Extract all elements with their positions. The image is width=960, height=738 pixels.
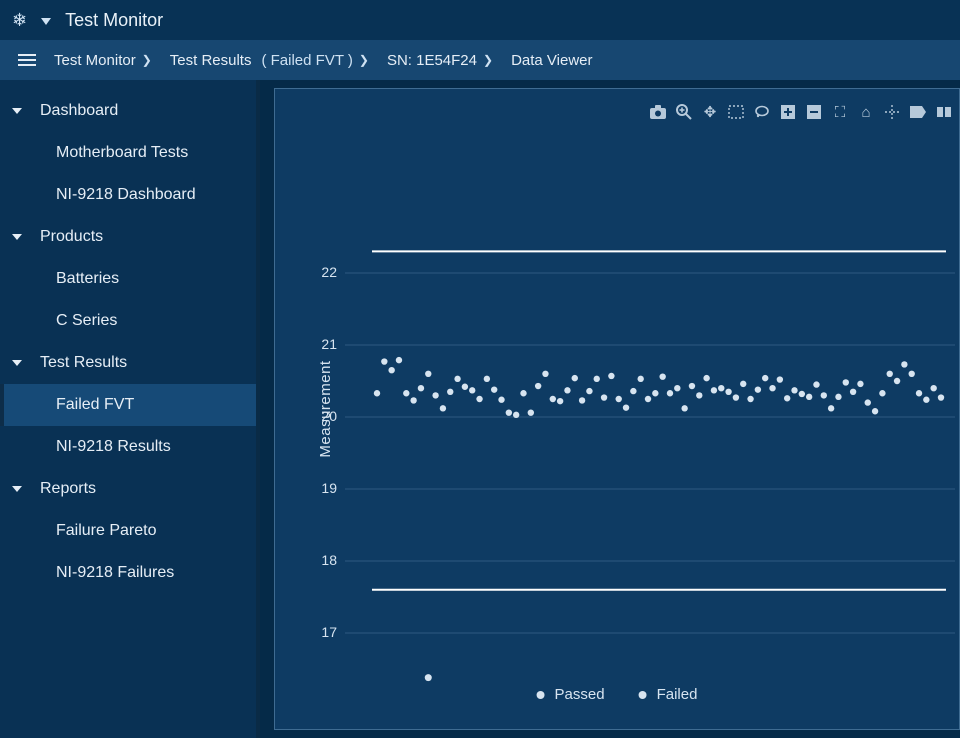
sidebar-item-ni9218-failures[interactable]: NI-9218 Failures — [0, 552, 256, 594]
measurement-scatter[interactable] — [345, 159, 955, 719]
autoscale-icon[interactable]: ⛶ — [831, 103, 849, 121]
chart-toolbar: ✥ ⛶ ⌂ — [649, 103, 953, 121]
breadcrumb-serial[interactable]: SN: 1E54F24 ❯ — [387, 52, 493, 69]
chart-legend: Passed Failed — [537, 686, 698, 703]
chart-panel: ✥ ⛶ ⌂ Measurement 17 18 19 20 21 22 — [274, 88, 960, 730]
sidebar-item-ni9218-results[interactable]: NI-9218 Results — [0, 426, 256, 468]
breadcrumb-filter: ( Failed FVT ) — [261, 52, 352, 69]
zoom-minus-icon[interactable] — [805, 103, 823, 121]
chevron-right-icon: ❯ — [359, 53, 369, 67]
breadcrumb-test-monitor[interactable]: Test Monitor ❯ — [54, 52, 152, 69]
y-tick-17: 17 — [307, 624, 337, 640]
app-menu-dropdown[interactable] — [41, 10, 51, 31]
box-select-icon[interactable] — [727, 103, 745, 121]
app-logo-icon: ❄ — [12, 10, 27, 31]
sidebar-group-label: Products — [40, 228, 103, 246]
caret-down-icon — [12, 486, 22, 492]
sidebar-group-reports[interactable]: Reports — [0, 468, 256, 510]
chevron-right-icon: ❯ — [483, 53, 493, 67]
legend-failed-label: Failed — [657, 686, 698, 703]
sidebar-group-label: Reports — [40, 480, 96, 498]
breadcrumb-label: Data Viewer — [511, 52, 592, 69]
sidebar-group-products[interactable]: Products — [0, 216, 256, 258]
main-pane: ✥ ⛶ ⌂ Measurement 17 18 19 20 21 22 — [256, 80, 960, 738]
legend-dot-icon — [639, 691, 647, 699]
breadcrumb-label: SN: 1E54F24 — [387, 52, 477, 69]
y-tick-18: 18 — [307, 552, 337, 568]
app-title: Test Monitor — [65, 10, 163, 31]
sidebar-group-dashboard[interactable]: Dashboard — [0, 90, 256, 132]
sidebar-group-label: Dashboard — [40, 102, 118, 120]
y-tick-21: 21 — [307, 336, 337, 352]
breadcrumb-test-results[interactable]: Test Results ( Failed FVT ) ❯ — [170, 52, 369, 69]
home-icon[interactable]: ⌂ — [857, 103, 875, 121]
y-tick-20: 20 — [307, 408, 337, 424]
caret-down-icon — [12, 108, 22, 114]
sidebar: Dashboard Motherboard Tests NI-9218 Dash… — [0, 80, 256, 738]
breadcrumb-label: Test Results — [170, 52, 252, 69]
hamburger-menu-icon[interactable] — [18, 54, 36, 66]
lasso-icon[interactable] — [753, 103, 771, 121]
sidebar-item-motherboard-tests[interactable]: Motherboard Tests — [0, 132, 256, 174]
legend-dot-icon — [537, 691, 545, 699]
y-tick-19: 19 — [307, 480, 337, 496]
sidebar-item-failed-fvt[interactable]: Failed FVT — [0, 384, 256, 426]
compare-icon[interactable] — [935, 103, 953, 121]
pan-icon[interactable]: ✥ — [701, 103, 719, 121]
legend-passed-label: Passed — [555, 686, 605, 703]
camera-icon[interactable] — [649, 103, 667, 121]
zoom-plus-icon[interactable] — [779, 103, 797, 121]
sidebar-item-c-series[interactable]: C Series — [0, 300, 256, 342]
breadcrumb-data-viewer[interactable]: Data Viewer — [511, 52, 592, 69]
sidebar-group-test-results[interactable]: Test Results — [0, 342, 256, 384]
sidebar-item-failure-pareto[interactable]: Failure Pareto — [0, 510, 256, 552]
label-icon[interactable] — [909, 103, 927, 121]
chevron-right-icon: ❯ — [142, 53, 152, 67]
spike-icon[interactable] — [883, 103, 901, 121]
legend-failed[interactable]: Failed — [639, 686, 698, 703]
breadcrumb-label: Test Monitor — [54, 52, 136, 69]
sidebar-item-ni9218-dashboard[interactable]: NI-9218 Dashboard — [0, 174, 256, 216]
y-tick-22: 22 — [307, 264, 337, 280]
zoom-in-icon[interactable] — [675, 103, 693, 121]
sidebar-item-batteries[interactable]: Batteries — [0, 258, 256, 300]
caret-down-icon — [12, 234, 22, 240]
sidebar-group-label: Test Results — [40, 354, 127, 372]
legend-passed[interactable]: Passed — [537, 686, 605, 703]
caret-down-icon — [12, 360, 22, 366]
